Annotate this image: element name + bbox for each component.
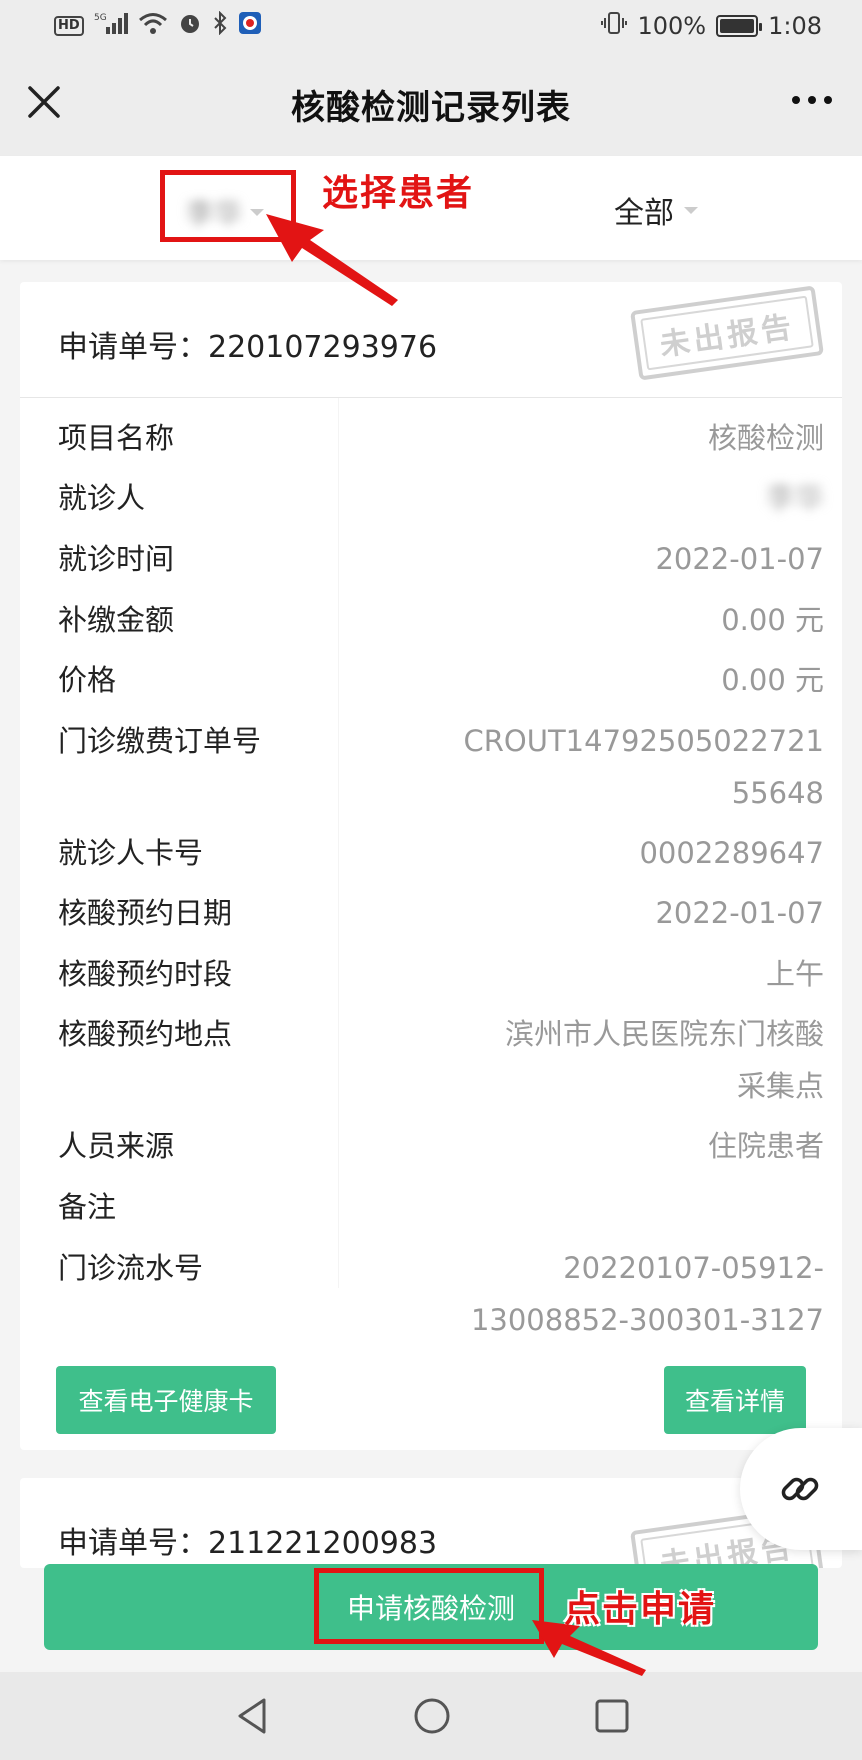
signal-label: 5G <box>94 13 107 23</box>
detail-label: 核酸预约时段 <box>58 957 233 991</box>
annotation-arrow-icon <box>532 1620 646 1676</box>
detail-row-personnel-source: 人员来源 住院患者 <box>58 1120 824 1172</box>
vibrate-icon <box>601 11 628 41</box>
request-number: 申请单号：211221200983 <box>58 1518 437 1562</box>
bluetooth-icon <box>212 10 228 41</box>
detail-label: 就诊人 <box>58 481 146 515</box>
battery-fill <box>720 19 755 33</box>
detail-label: 核酸预约日期 <box>58 896 233 930</box>
detail-row-visit-time: 就诊时间 2022-01-07 <box>58 533 824 585</box>
detail-row-order-number: 门诊缴费订单号 CROUT14792505022721 55648 <box>58 715 824 819</box>
detail-label: 核酸预约地点 <box>58 1017 233 1051</box>
annotation-box-apply <box>314 1568 544 1644</box>
status-bar: HD 5G 100% 1:08 <box>0 0 862 52</box>
detail-label: 就诊人卡号 <box>58 836 204 870</box>
detail-row-serial-number: 门诊流水号 20220107-05912- 13008852-300301-31… <box>58 1242 824 1346</box>
detail-value-line: 滨州市人民医院东门核酸 <box>504 1017 824 1051</box>
annotation-arrow-icon <box>266 214 398 306</box>
detail-value: 0.00 元 <box>721 663 824 697</box>
more-options-icon[interactable] <box>792 96 832 104</box>
detail-label: 备注 <box>58 1190 117 1224</box>
back-icon[interactable] <box>232 1694 272 1738</box>
detail-row-patient: 就诊人 李华 <box>58 472 824 524</box>
detail-row-appointment-period: 核酸预约时段 上午 <box>58 948 824 1000</box>
detail-label: 门诊缴费订单号 <box>58 724 262 758</box>
detail-value: 0002289647 <box>639 836 824 870</box>
hd-icon: HD <box>54 16 84 36</box>
home-icon[interactable] <box>410 1694 454 1738</box>
detail-row-remarks: 备注 <box>58 1181 824 1233</box>
detail-value-line: 20220107-05912- <box>563 1251 824 1285</box>
detail-row-card-number: 就诊人卡号 0002289647 <box>58 827 824 879</box>
card-header: 申请单号：220107293976 未出报告 <box>20 282 842 398</box>
detail-value: 李华 <box>765 481 824 515</box>
status-left: HD 5G <box>54 10 262 41</box>
battery-icon <box>716 15 763 37</box>
share-link-button[interactable] <box>740 1428 862 1550</box>
detail-label: 人员来源 <box>58 1129 175 1163</box>
detail-label: 价格 <box>58 663 117 697</box>
status-time: 1:08 <box>768 12 822 40</box>
wifi-icon <box>138 11 168 41</box>
report-status-stamp: 未出报告 <box>630 285 824 381</box>
detail-value: 0.00 元 <box>721 603 824 637</box>
detail-value-line: CROUT14792505022721 <box>463 724 824 758</box>
detail-label: 就诊时间 <box>58 542 175 576</box>
detail-row-appointment-date: 核酸预约日期 2022-01-07 <box>58 887 824 939</box>
signal-icon: 5G <box>94 11 128 41</box>
chevron-down-icon <box>684 206 698 214</box>
request-number-label: 申请单号： <box>58 1526 208 1561</box>
detail-value: 滨州市人民医院东门核酸 采集点 <box>505 1008 824 1112</box>
status-right: 100% 1:08 <box>601 11 822 41</box>
detail-label: 门诊流水号 <box>58 1251 204 1285</box>
detail-row-supplement-amount: 补缴金额 0.00 元 <box>58 594 824 646</box>
detail-value: 2022-01-07 <box>655 542 824 576</box>
system-nav-bar <box>0 1672 862 1760</box>
record-card-2[interactable]: 申请单号：211221200983 未出报告 <box>20 1478 842 1568</box>
record-card: 申请单号：220107293976 未出报告 项目名称 核酸检测 就诊人 李华 … <box>20 282 842 1450</box>
detail-row-project: 项目名称 核酸检测 <box>58 412 824 464</box>
close-icon[interactable] <box>24 82 64 122</box>
request-number: 申请单号：220107293976 <box>58 322 437 366</box>
battery-percent: 100% <box>637 12 707 40</box>
request-number-label: 申请单号： <box>58 330 208 365</box>
detail-value: 上午 <box>765 957 824 991</box>
recent-apps-icon[interactable] <box>590 1694 634 1738</box>
detail-value: 住院患者 <box>707 1129 824 1163</box>
detail-value-line: 采集点 <box>736 1069 824 1103</box>
page-title: 核酸检测记录列表 <box>291 87 571 128</box>
detail-row-price: 价格 0.00 元 <box>58 654 824 706</box>
nav-bar: 核酸检测记录列表 <box>0 52 862 156</box>
detail-value: 20220107-05912- 13008852-300301-3127 <box>471 1242 824 1346</box>
detail-label: 项目名称 <box>58 421 175 455</box>
detail-value-line: 13008852-300301-3127 <box>470 1303 824 1337</box>
detail-row-appointment-location: 核酸预约地点 滨州市人民医院东门核酸 采集点 <box>58 1008 824 1112</box>
status-filter-dropdown[interactable]: 全部 <box>614 188 698 232</box>
detail-value: 核酸检测 <box>707 421 824 455</box>
request-number-value: 220107293976 <box>208 330 438 365</box>
request-number-value: 211221200983 <box>208 1526 438 1561</box>
alarm-icon <box>178 11 202 41</box>
view-details-button[interactable]: 查看详情 <box>664 1366 806 1434</box>
detail-label: 补缴金额 <box>58 603 175 637</box>
status-filter-label: 全部 <box>614 196 674 231</box>
view-health-card-button[interactable]: 查看电子健康卡 <box>56 1366 276 1434</box>
link-icon <box>781 1477 819 1501</box>
app-notification-icon <box>238 11 262 41</box>
detail-value-line: 55648 <box>731 776 824 810</box>
detail-value: 2022-01-07 <box>655 896 824 930</box>
detail-value: CROUT14792505022721 55648 <box>464 715 824 819</box>
